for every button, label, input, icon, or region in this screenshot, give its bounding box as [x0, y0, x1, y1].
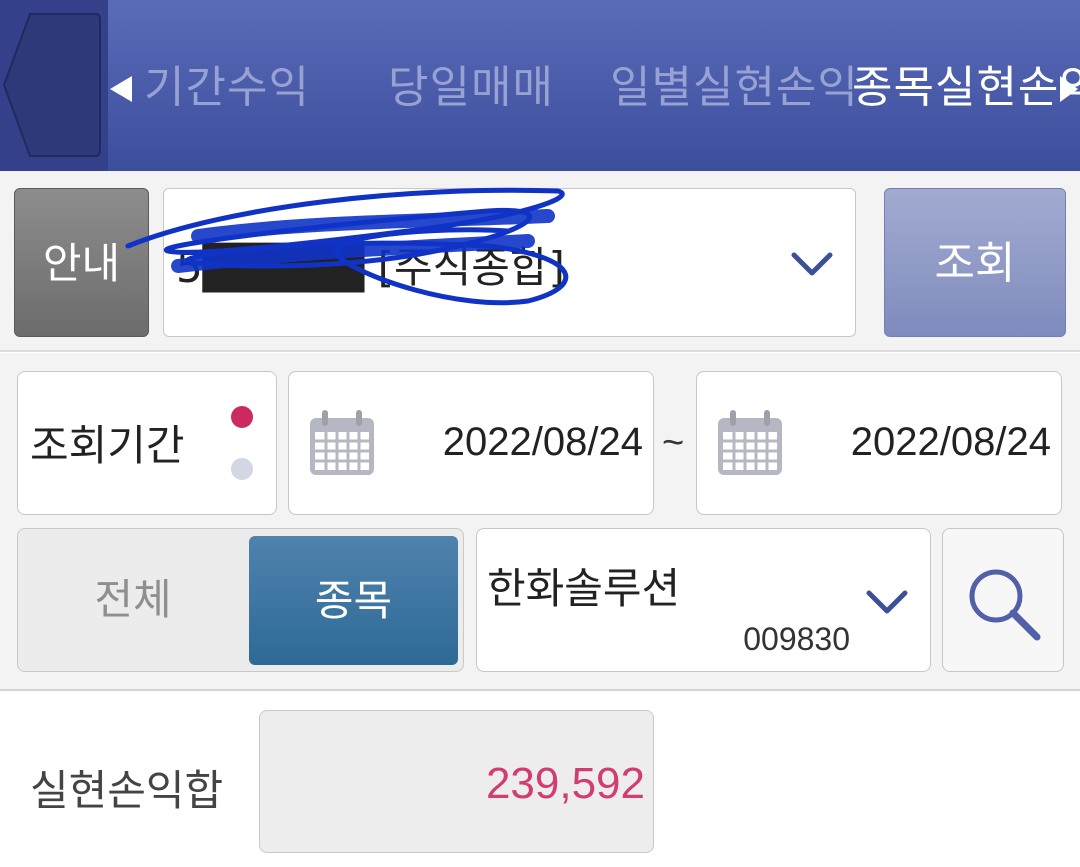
end-date-field[interactable]: 2022/08/24: [696, 371, 1062, 515]
tab-right-arrow-icon[interactable]: [1058, 74, 1080, 104]
calendar-icon: [718, 410, 782, 475]
tab-left-arrow-icon[interactable]: [108, 74, 134, 104]
period-indicator-dot-active[interactable]: [231, 406, 253, 428]
chevron-down-icon: [791, 252, 833, 276]
filter-stock-button[interactable]: 종목: [249, 536, 458, 665]
tab-day-trade[interactable]: 당일매매: [388, 56, 554, 120]
stock-select[interactable]: 한화솔루션 009830: [476, 528, 931, 672]
tab-period-profit[interactable]: 기간수익: [144, 56, 310, 120]
period-box: 조회기간: [17, 371, 277, 515]
stock-name: 한화솔루션: [487, 564, 681, 613]
filter-all-button[interactable]: 전체: [18, 529, 248, 671]
guide-button[interactable]: 안내: [14, 188, 149, 337]
back-button[interactable]: [0, 0, 108, 171]
tab-daily-realized[interactable]: 일별실현손익: [610, 56, 859, 120]
query-button[interactable]: 조회: [884, 188, 1066, 337]
account-select[interactable]: 5█████ [주식종합]: [163, 188, 856, 337]
calendar-icon: [310, 410, 374, 475]
start-date-field[interactable]: 2022/08/24: [288, 371, 654, 515]
period-indicator-dot[interactable]: [231, 458, 253, 480]
realized-profit-label: 실현손익합: [30, 766, 224, 815]
chevron-down-icon: [866, 590, 908, 614]
stock-code: 009830: [743, 621, 850, 657]
search-icon: [969, 569, 1041, 641]
filter-segmented-control: 전체 종목: [17, 528, 464, 672]
period-label: 조회기간: [30, 421, 185, 470]
tab-stock-realized[interactable]: 종목실현손익: [852, 56, 1080, 120]
end-date: 2022/08/24: [850, 420, 1051, 464]
realized-profit-box: 239,592: [259, 710, 654, 853]
start-date: 2022/08/24: [442, 420, 643, 464]
header-tab-bar: 기간수익 당일매매 일별실현손익 종목실현손익: [0, 0, 1080, 171]
realized-profit-value: 239,592: [485, 759, 645, 808]
stock-search-button[interactable]: [942, 528, 1064, 672]
account-number: 5█████ [주식종합]: [176, 243, 565, 292]
date-range-separator: ~: [662, 422, 685, 464]
